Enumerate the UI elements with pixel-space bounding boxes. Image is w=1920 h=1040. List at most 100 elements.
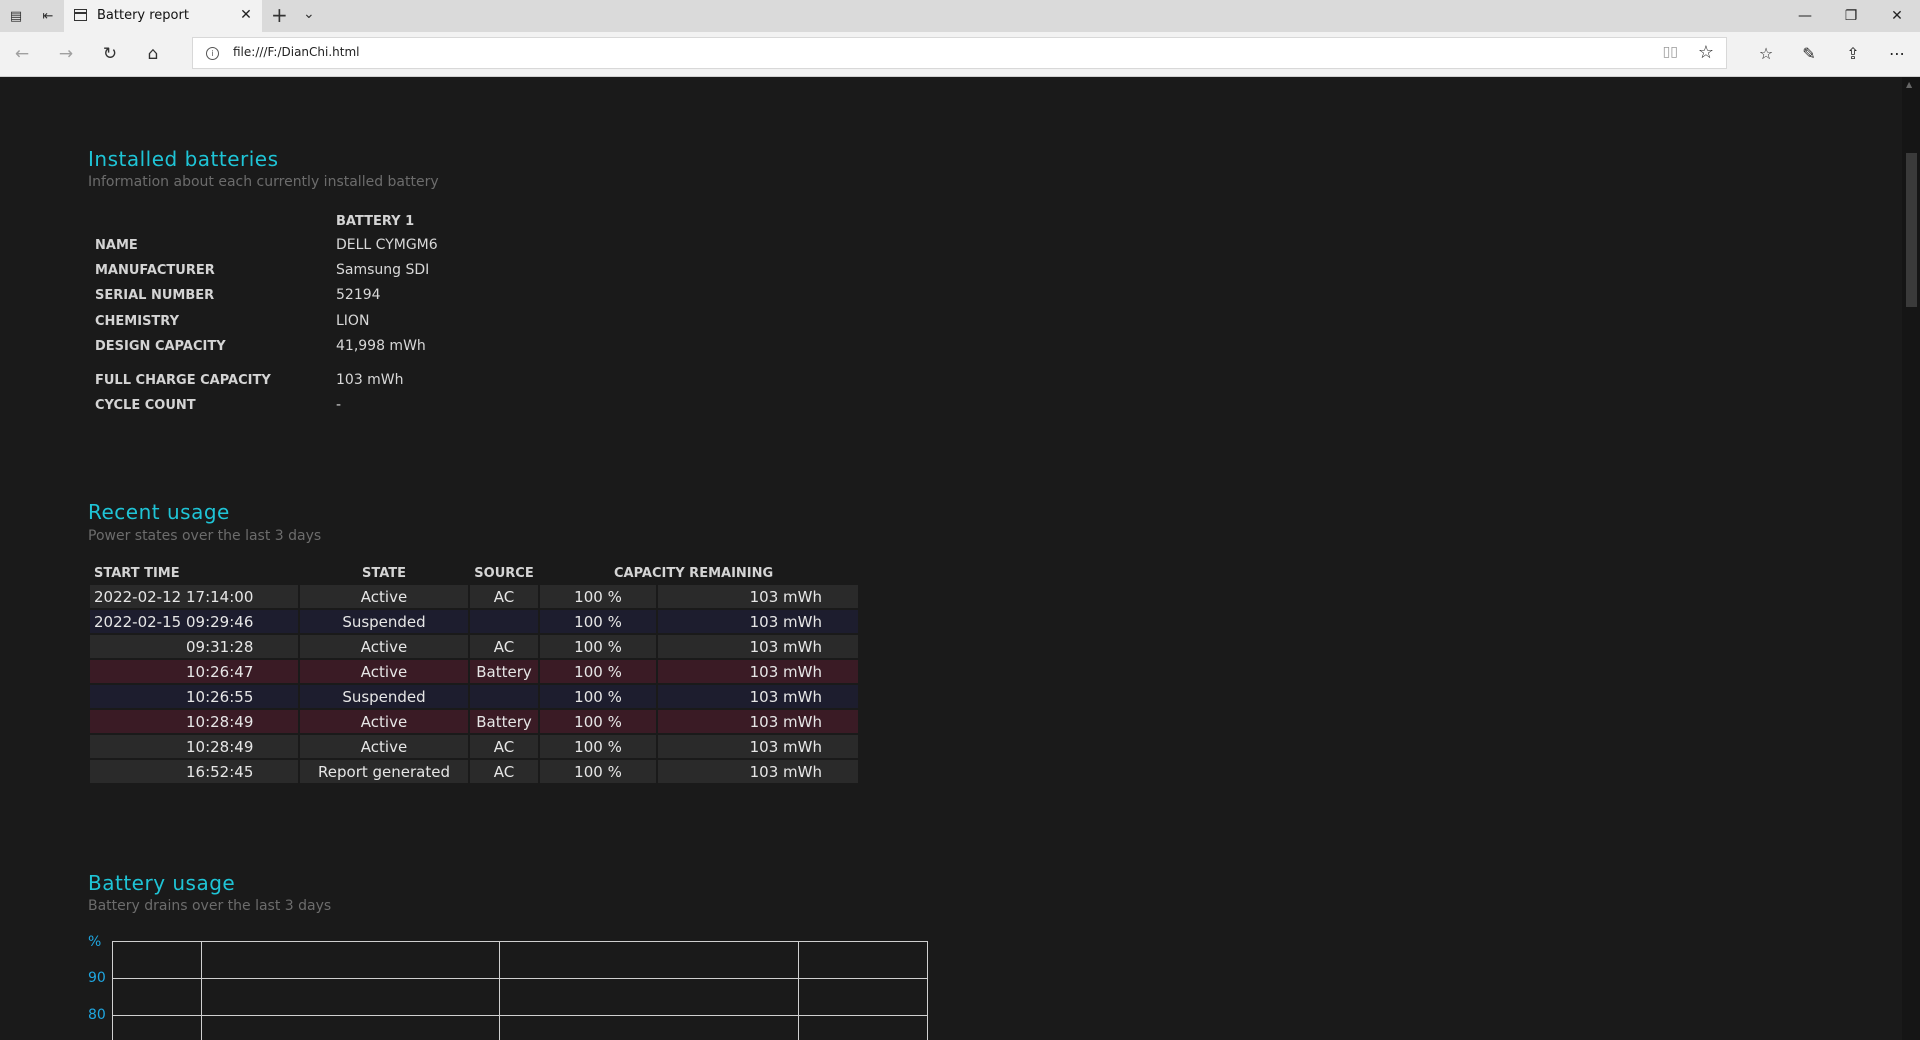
y-unit-label: % [88, 934, 102, 950]
recent-usage-title: Recent usage [88, 500, 230, 524]
state-cell: Suspended [300, 685, 468, 708]
vertical-scrollbar[interactable]: ▲ [1902, 77, 1920, 1040]
state-header: STATE [361, 565, 407, 581]
restore-icon[interactable]: ❐ [1828, 0, 1874, 32]
source-cell: AC [470, 735, 538, 758]
forward-icon[interactable]: → [54, 42, 78, 66]
state-cell: Active [300, 585, 468, 608]
tab-set-aside-icon[interactable]: ▤ [3, 0, 29, 32]
installed-batteries-title: Installed batteries [88, 147, 279, 171]
percent-cell: 100 % [540, 710, 656, 733]
url-field[interactable]: i file:///F:/DianChi.html ▯▯ ☆ [192, 37, 1727, 69]
start-time-header: START TIME [94, 565, 180, 581]
capacity-remaining-header: CAPACITY REMAINING [614, 565, 774, 581]
mwh-cell: 103 mWh [658, 685, 858, 708]
chemistry-value: LION [336, 313, 370, 329]
favorite-star-icon[interactable]: ☆ [1698, 42, 1714, 63]
table-row: 16:52:45 Report generated AC 100 % 103 m… [90, 760, 858, 783]
cycle-count-label: CYCLE COUNT [95, 398, 196, 413]
time-text: 10:28:49 [186, 712, 254, 731]
source-cell: Battery [470, 660, 538, 683]
state-cell: Report generated [300, 760, 468, 783]
table-row: 09:31:28 Active AC 100 % 103 mWh [90, 635, 858, 658]
address-toolbar: ← → ↻ ⌂ i file:///F:/DianChi.html ▯▯ ☆ ☆… [0, 32, 1920, 77]
state-cell: Active [300, 660, 468, 683]
mwh-cell: 103 mWh [658, 635, 858, 658]
percent-cell: 100 % [540, 735, 656, 758]
battery-usage-chart [112, 941, 928, 1040]
design-capacity-label: DESIGN CAPACITY [95, 339, 226, 354]
share-icon[interactable]: ⇪ [1840, 42, 1866, 66]
battery-usage-subtitle: Battery drains over the last 3 days [88, 898, 332, 914]
percent-cell: 100 % [540, 660, 656, 683]
favorites-hub-icon[interactable]: ☆ [1753, 42, 1779, 66]
start-time-cell: 10:28:49 [90, 735, 298, 758]
table-header-row: START TIME STATE SOURCE CAPACITY REMAINI… [90, 563, 858, 583]
source-cell: AC [470, 635, 538, 658]
chevron-down-icon[interactable]: ⌄ [303, 6, 315, 22]
mwh-cell: 103 mWh [658, 710, 858, 733]
date-text: 2022-02-12 [94, 587, 182, 606]
scroll-up-icon[interactable]: ▲ [1906, 80, 1912, 89]
info-icon[interactable]: i [206, 47, 219, 60]
back-icon[interactable]: ← [10, 42, 34, 66]
mwh-cell: 103 mWh [658, 610, 858, 633]
start-time-cell: 2022-02-12 17:14:00 [90, 585, 298, 608]
start-time-cell: 2022-02-15 09:29:46 [90, 610, 298, 633]
state-cell: Active [300, 710, 468, 733]
tab-restore-icon[interactable]: ⇤ [35, 0, 61, 32]
refresh-icon[interactable]: ↻ [98, 42, 122, 66]
table-row: 10:26:55 Suspended 100 % 103 mWh [90, 685, 858, 708]
page-icon [74, 9, 87, 21]
table-row: 2022-02-15 09:29:46 Suspended 100 % 103 m… [90, 610, 858, 633]
manufacturer-label: MANUFACTURER [95, 263, 215, 278]
source-cell: Battery [470, 710, 538, 733]
y-tick-90: 90 [88, 970, 106, 986]
start-time-cell: 10:26:47 [90, 660, 298, 683]
url-text[interactable]: file:///F:/DianChi.html [233, 45, 360, 59]
chart-frame [112, 941, 928, 1040]
scrollbar-thumb[interactable] [1906, 153, 1917, 307]
time-text: 10:26:55 [186, 687, 254, 706]
tab-battery-report[interactable]: Battery report ✕ [64, 0, 262, 32]
table-row: 10:28:49 Active AC 100 % 103 mWh [90, 735, 858, 758]
installed-batteries-subtitle: Information about each currently install… [88, 174, 439, 190]
minimize-icon[interactable]: — [1782, 0, 1828, 32]
state-cell: Suspended [300, 610, 468, 633]
window-close-icon[interactable]: ✕ [1874, 0, 1920, 32]
more-icon[interactable]: ⋯ [1884, 42, 1910, 66]
source-cell: AC [470, 760, 538, 783]
percent-cell: 100 % [540, 610, 656, 633]
time-text: 10:28:49 [186, 737, 254, 756]
time-text: 09:29:46 [186, 612, 254, 631]
table-row: 10:28:49 Active Battery 100 % 103 mWh [90, 710, 858, 733]
home-icon[interactable]: ⌂ [141, 42, 165, 66]
start-time-cell: 16:52:45 [90, 760, 298, 783]
design-capacity-value: 41,998 mWh [336, 338, 426, 354]
time-text: 09:31:28 [186, 637, 254, 656]
recent-usage-table: START TIME STATE SOURCE CAPACITY REMAINI… [88, 561, 860, 785]
source-header: SOURCE [474, 565, 534, 581]
source-cell: AC [470, 585, 538, 608]
chemistry-label: CHEMISTRY [95, 314, 180, 329]
manufacturer-value: Samsung SDI [336, 262, 430, 278]
percent-cell: 100 % [540, 685, 656, 708]
source-cell [470, 685, 538, 708]
cycle-count-value: - [336, 397, 342, 413]
time-text: 16:52:45 [186, 762, 254, 781]
mwh-cell: 103 mWh [658, 735, 858, 758]
close-icon[interactable]: ✕ [236, 5, 256, 25]
pen-icon[interactable]: ✎ [1796, 42, 1822, 66]
new-tab-icon[interactable]: + [271, 3, 288, 27]
reading-view-icon[interactable]: ▯▯ [1663, 44, 1678, 60]
percent-cell: 100 % [540, 760, 656, 783]
recent-usage-subtitle: Power states over the last 3 days [88, 528, 322, 544]
serial-number-value: 52194 [336, 287, 381, 303]
name-value: DELL CYMGM6 [336, 237, 438, 253]
battery-usage-title: Battery usage [88, 871, 236, 895]
full-charge-capacity-label: FULL CHARGE CAPACITY [95, 373, 271, 388]
source-cell [470, 610, 538, 633]
tab-strip: ▤ ⇤ Battery report ✕ + ⌄ — ❐ ✕ [0, 0, 1920, 32]
tab-title: Battery report [97, 8, 189, 23]
full-charge-capacity-value: 103 mWh [336, 372, 404, 388]
